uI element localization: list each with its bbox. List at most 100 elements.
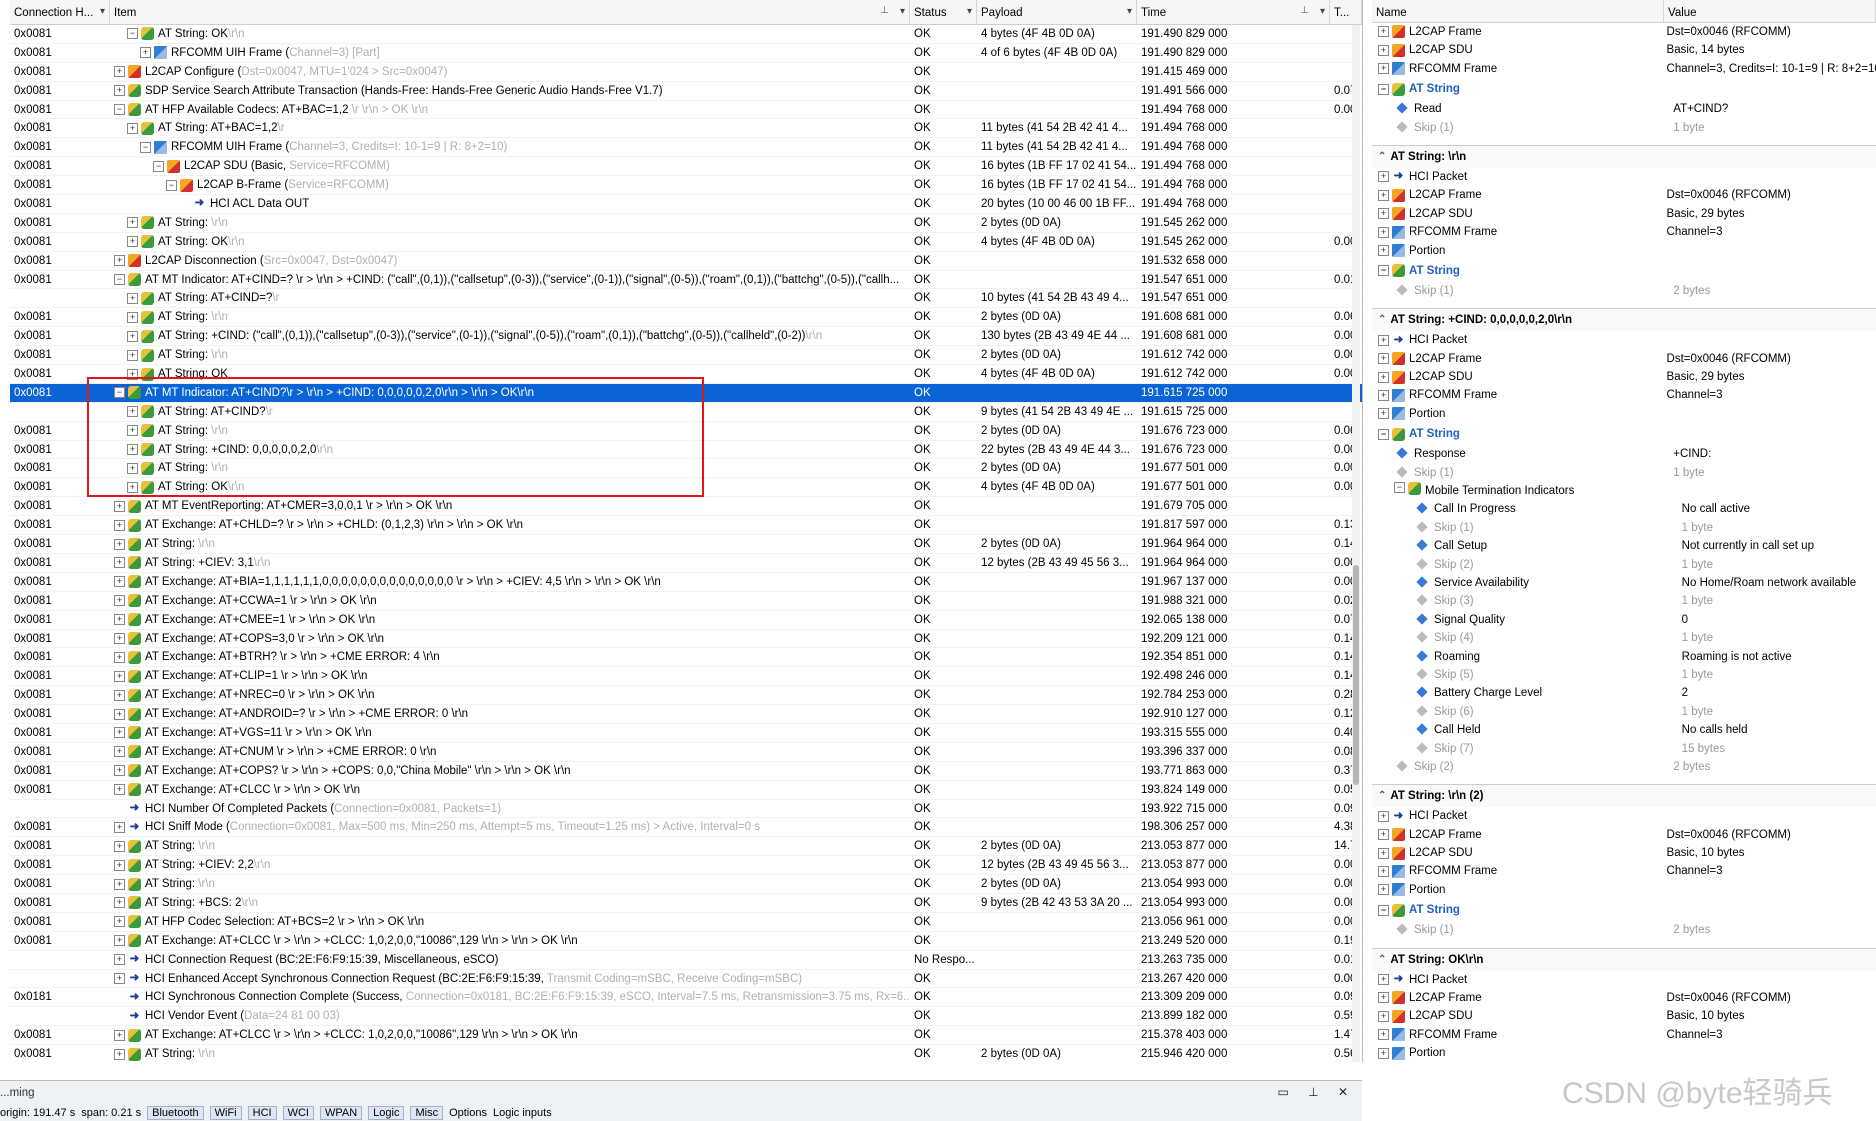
table-row[interactable]: 0x0081 + AT Exchange: AT+BIA=1,1,1,1,1,1,0…	[10, 573, 1362, 592]
property-row[interactable]: + RFCOMM Frame Channel=3	[1372, 862, 1876, 880]
column-header-status[interactable]: Status ▾	[910, 0, 977, 24]
table-row[interactable]: 0x0081 + AT String: \r\n OK 2 bytes (0D 0A) 1…	[10, 535, 1362, 554]
property-row[interactable]: + Portion	[1372, 405, 1876, 423]
field-row[interactable]: Skip (2) 1 byte	[1372, 556, 1876, 574]
expand-toggle-icon[interactable]: +	[114, 897, 125, 909]
expand-toggle-icon[interactable]: +	[1378, 992, 1389, 1004]
property-row[interactable]: + L2CAP Frame Dst=0x0046 (RFCOMM)	[1372, 826, 1876, 844]
expand-toggle-icon[interactable]: +	[1378, 334, 1389, 346]
expand-toggle-icon[interactable]: +	[114, 1029, 125, 1041]
table-row[interactable]: 0x0081 + AT MT EventReporting: AT+CMER=3,0…	[10, 497, 1362, 517]
field-row[interactable]: Skip (4) 1 byte	[1372, 629, 1876, 647]
expand-toggle-icon[interactable]: +	[114, 840, 125, 852]
property-row[interactable]: + ➜ HCI Packet	[1372, 331, 1876, 349]
expand-toggle-icon[interactable]: +	[1378, 974, 1389, 986]
table-row[interactable]: 0x0081 − AT String: OK\r\n OK 4 bytes (4F 4B…	[10, 25, 1362, 44]
expand-toggle-icon[interactable]: +	[114, 557, 125, 569]
expand-toggle-icon[interactable]: −	[153, 160, 164, 172]
expand-toggle-icon[interactable]: +	[114, 500, 125, 512]
expand-toggle-icon[interactable]: +	[1378, 44, 1389, 56]
table-row[interactable]: 0x0081 + AT Exchange: AT+ANDROID=? \r > \r…	[10, 705, 1362, 724]
expand-toggle-icon[interactable]: −	[114, 104, 125, 116]
expand-toggle-icon[interactable]: +	[1378, 63, 1389, 75]
expand-toggle-icon[interactable]: +	[127, 311, 138, 323]
column-header-value[interactable]: Value	[1664, 0, 1876, 22]
expand-toggle-icon[interactable]: +	[1378, 371, 1389, 383]
expand-toggle-icon[interactable]: +	[114, 784, 125, 796]
filter-dropdown-icon[interactable]: ▾	[1127, 6, 1132, 17]
expand-toggle-icon[interactable]: +	[1378, 26, 1389, 38]
collapse-toggle-icon[interactable]: −	[1394, 482, 1405, 494]
expand-toggle-icon[interactable]: +	[114, 916, 125, 928]
property-row[interactable]: + Portion	[1372, 1044, 1876, 1062]
expand-toggle-icon[interactable]: −	[127, 28, 138, 40]
table-row[interactable]: 0x0081 − AT MT Indicator: AT+CIND=? \r > \…	[10, 271, 1362, 290]
expand-toggle-icon[interactable]: +	[1378, 1010, 1389, 1022]
table-row[interactable]: 0x0081 + AT String: \r\n OK 2 bytes (0D 0A) 1…	[10, 346, 1362, 366]
property-row[interactable]: + L2CAP Frame Dst=0x0046 (RFCOMM)	[1372, 350, 1876, 368]
table-row[interactable]: ➜ HCI Number Of Completed Packets (Connec…	[10, 800, 1362, 819]
expand-toggle-icon[interactable]: +	[114, 859, 125, 871]
toolbar-item[interactable]: Logic	[368, 1106, 405, 1120]
property-row[interactable]: + L2CAP SDU Basic, 10 bytes	[1372, 844, 1876, 862]
table-row[interactable]: 0x0081 + AT Exchange: AT+CNUM \r > \r\n > …	[10, 743, 1362, 762]
expand-toggle-icon[interactable]: +	[114, 935, 125, 947]
collapse-toggle-icon[interactable]: −	[1378, 428, 1389, 440]
table-row[interactable]: 0x0081 ➜ HCI ACL Data OUT OK 20 bytes (10 00…	[10, 195, 1362, 214]
expand-toggle-icon[interactable]: +	[127, 292, 138, 304]
field-row[interactable]: Skip (1) 2 bytes	[1372, 921, 1876, 939]
expand-toggle-icon[interactable]: +	[1378, 389, 1389, 401]
expand-toggle-icon[interactable]: +	[1378, 810, 1389, 822]
section-header[interactable]: ⌃ AT String: +CIND: 0,0,0,0,0,2,0\r\n	[1372, 309, 1876, 332]
toolbar-item[interactable]: Logic inputs	[493, 1107, 552, 1119]
expand-toggle-icon[interactable]: −	[166, 179, 177, 191]
toolbar-item[interactable]: Bluetooth	[147, 1106, 204, 1120]
property-row[interactable]: + L2CAP Frame Dst=0x0046 (RFCOMM)	[1372, 186, 1876, 204]
table-row[interactable]: 0x0181 ➜ HCI Synchronous Connection Comple…	[10, 988, 1362, 1008]
toolbar-item[interactable]: origin: 191.47 s	[0, 1107, 75, 1119]
table-row[interactable]: 0x0081 + AT Exchange: AT+CLCC \r > \r\n > …	[10, 932, 1362, 951]
field-row[interactable]: Skip (5) 1 byte	[1372, 666, 1876, 684]
expand-toggle-icon[interactable]: +	[114, 765, 125, 777]
expand-toggle-icon[interactable]: +	[114, 954, 125, 966]
expand-toggle-icon[interactable]: +	[1378, 226, 1389, 238]
table-row[interactable]: 0x0081 − L2CAP B-Frame (Service=RFCOMM) OK 1…	[10, 176, 1362, 196]
table-row[interactable]: 0x0081 + AT String: \r\n OK 2 bytes (0D 0A) 2…	[10, 875, 1362, 894]
collapse-toggle-icon[interactable]: −	[1378, 265, 1389, 277]
toolbar-item[interactable]: Options	[449, 1107, 487, 1119]
property-row[interactable]: + L2CAP SDU Basic, 29 bytes	[1372, 368, 1876, 386]
property-row[interactable]: + L2CAP SDU Basic, 10 bytes	[1372, 1007, 1876, 1025]
expand-toggle-icon[interactable]: +	[114, 878, 125, 890]
table-row[interactable]: 0x0081 + ➜ HCI Sniff Mode (Connection=0x008…	[10, 818, 1362, 838]
table-row[interactable]: 0x0081 + AT String: +CIND: ("call",(0,1)),…	[10, 327, 1362, 347]
table-row[interactable]: 0x0081 + AT Exchange: AT+BTRH? \r > \r\n >…	[10, 648, 1362, 668]
property-row[interactable]: + L2CAP Frame Dst=0x0046 (RFCOMM)	[1372, 989, 1876, 1007]
toolbar-item[interactable]: Misc	[410, 1106, 444, 1120]
expand-toggle-icon[interactable]: +	[114, 632, 125, 644]
expand-toggle-icon[interactable]: +	[1378, 208, 1389, 220]
toolbar-item[interactable]: WiFi	[209, 1106, 242, 1120]
expand-toggle-icon[interactable]: +	[114, 1048, 125, 1060]
table-row[interactable]: 0x0081 + L2CAP Configure (Dst=0x0047, MTU=…	[10, 63, 1362, 82]
expand-toggle-icon[interactable]: +	[1378, 189, 1389, 201]
mti-group[interactable]: − Mobile Termination Indicators	[1372, 482, 1876, 500]
expand-toggle-icon[interactable]: +	[114, 708, 125, 720]
field-row[interactable]: Signal Quality 0	[1372, 611, 1876, 629]
filter-dropdown-icon[interactable]: ▾	[900, 6, 905, 17]
table-row[interactable]: 0x0081 + AT String: +BCS: 2\r\n OK 9 bytes (…	[10, 894, 1362, 913]
field-row[interactable]: Read AT+CIND?	[1372, 100, 1876, 118]
table-row[interactable]: 0x0081 + AT Exchange: AT+VGS=11 \r > \r\n …	[10, 724, 1362, 743]
field-row[interactable]: Skip (1) 1 byte	[1372, 464, 1876, 482]
table-row[interactable]: 0x0081 + AT Exchange: AT+CCWA=1 \r > \r\n …	[10, 592, 1362, 611]
property-row[interactable]: + L2CAP Frame Dst=0x0046 (RFCOMM)	[1372, 23, 1876, 41]
expand-toggle-icon[interactable]: +	[114, 576, 125, 588]
table-row[interactable]: 0x0081 + AT Exchange: AT+CHLD=? \r > \r\n …	[10, 516, 1362, 536]
field-row[interactable]: Call Setup Not currently in call set up	[1372, 537, 1876, 555]
table-row[interactable]: 0x0081 − AT HFP Available Codecs: AT+BAC=1…	[10, 101, 1362, 120]
table-row[interactable]: 0x0081 + AT String: OK\r\n OK 4 bytes (4F 4B…	[10, 233, 1362, 252]
column-header-payload[interactable]: Payload ▾	[977, 0, 1137, 24]
toolbar-item[interactable]: WPAN	[319, 1106, 363, 1120]
column-header-name[interactable]: Name	[1372, 0, 1664, 22]
at-string-group[interactable]: − AT String	[1372, 899, 1876, 921]
table-row[interactable]: 0x0081 + AT Exchange: AT+NREC=0 \r > \r\n …	[10, 686, 1362, 706]
